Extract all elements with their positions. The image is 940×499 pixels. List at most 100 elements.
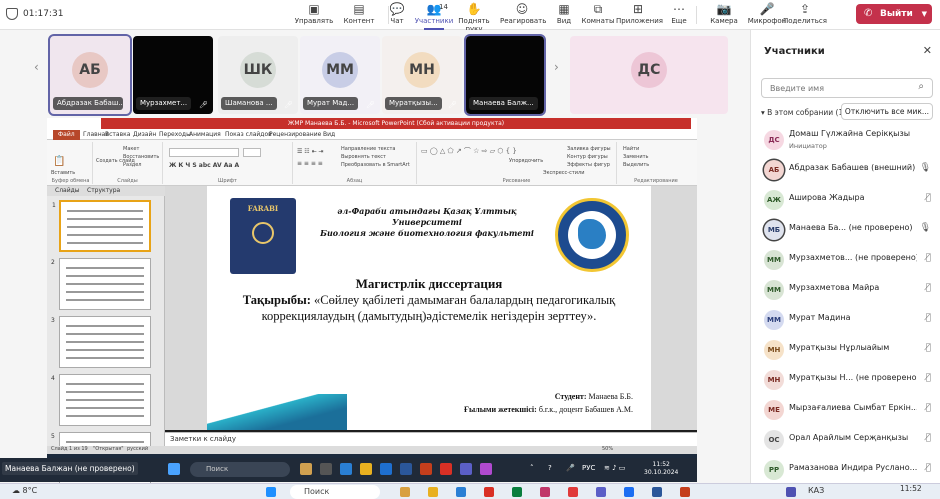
toolbar-button-raise-hand[interactable]: ✋ Поднять руку [452, 2, 496, 33]
mic-off-icon[interactable]: 🎙̸ [926, 283, 931, 293]
tab-outline[interactable]: Структура [87, 187, 120, 194]
app-icon[interactable] [568, 487, 578, 497]
current-slide[interactable]: FARABI әл-Фараби атындағы Қазақ Ұлттық У… [207, 186, 651, 430]
mic-icon[interactable]: 🎙 [920, 163, 931, 173]
teams-icon[interactable] [596, 487, 606, 497]
participant-row[interactable]: РР Рамазанова Индира Руслано... 🎙̸ [751, 455, 940, 485]
mic-off-icon[interactable]: 🎙̸ [926, 313, 931, 323]
shape-fill-button[interactable]: Заливка фигуры [567, 146, 611, 152]
slide-thumbnail[interactable]: 2 [51, 258, 151, 310]
ppt-menu-4[interactable]: Переходы [159, 131, 191, 138]
weather-widget[interactable]: ☁ 8°C [12, 486, 37, 495]
participant-row[interactable]: ММ Мурзахметова Майра 🎙̸ [751, 275, 940, 305]
leave-button[interactable]: ✆ Выйти ▼ [856, 4, 932, 24]
slide-notes[interactable]: Заметки к слайду [165, 432, 697, 446]
toolbar-button-more[interactable]: ⋯ Еще [657, 2, 701, 30]
slide-thumbnail[interactable]: 1 [52, 200, 151, 252]
mic-off-icon[interactable]: 🎙̸ [926, 253, 931, 263]
ppt-menu-3[interactable]: Дизайн [133, 131, 156, 138]
paste-button[interactable]: Вставить [51, 170, 75, 176]
shapes-gallery[interactable]: ▭ ◯ △ ⬠ ↗ ⌒ ☆ ⇨ ▱ ⬡ { } [421, 146, 517, 156]
participant-row[interactable]: АЖ Аширова Жадыра 🎙̸ [751, 185, 940, 215]
ppt-menu-8[interactable]: Вид [323, 131, 335, 138]
participant-row[interactable]: МН Муратқызы Нұрлыайым 🎙̸ [751, 335, 940, 365]
toolbar-button-people[interactable]: 👥 14 Участники [412, 2, 456, 30]
mic-off-icon[interactable]: 🎙̸ [926, 343, 931, 353]
layout-button[interactable]: Макет [123, 146, 139, 152]
mic-off-icon[interactable]: 🎙̸ [926, 433, 931, 443]
align-buttons[interactable]: ≡ ≡ ≡ ≡ [297, 160, 323, 167]
tab-slides[interactable]: Слайды [55, 187, 80, 194]
ppt-menu-7[interactable]: Рецензирование [269, 131, 321, 138]
mic-off-icon[interactable]: 🎙̸ [926, 373, 931, 383]
participant-search[interactable]: ⌕ [761, 78, 933, 98]
replace-button[interactable]: Заменить [623, 154, 649, 160]
participant-row[interactable]: ММ Мурат Мадина 🎙̸ [751, 305, 940, 335]
shape-outline-button[interactable]: Контур фигуры [567, 154, 608, 160]
video-tile[interactable]: ДС [570, 36, 728, 114]
smartart-button[interactable]: Преобразовать в SmartArt [341, 162, 410, 168]
slide-thumbnail[interactable]: 3 [51, 316, 151, 368]
ppt-menu-0[interactable]: Файл [53, 130, 80, 140]
windows-search-box[interactable]: Поиск [290, 485, 380, 499]
participant-row[interactable]: ДС Домаш Гүлжайна Серікқызы Инициатор [751, 125, 940, 155]
font-format-buttons[interactable]: Ж К Ч S abc AV Aa A [169, 162, 239, 169]
folder-icon[interactable] [428, 487, 438, 497]
ppt-menu-2[interactable]: Вставка [105, 131, 130, 138]
shape-effects-button[interactable]: Эффекты фигур [567, 162, 610, 168]
video-tile[interactable]: АБ Абдразак Бабаш... [48, 34, 132, 116]
toolbar-button-share[interactable]: ⇪ Поделиться [783, 2, 827, 30]
participant-row[interactable]: АБ Абдразак Бабашев (внешний) 🎙 [751, 155, 940, 185]
app-icon[interactable] [400, 487, 410, 497]
instagram-icon[interactable] [540, 487, 550, 497]
mic-off-icon[interactable]: 🎙̸ [926, 193, 931, 203]
participant-search-input[interactable] [770, 82, 900, 95]
ppt-menu-5[interactable]: Анимация [189, 131, 221, 138]
toolbar-button-camera-off[interactable]: 📷 Камера [702, 2, 746, 30]
paste-icon[interactable]: 📋 [53, 156, 65, 167]
chrome-icon[interactable] [484, 487, 494, 497]
chevron-right-icon[interactable]: › [554, 60, 559, 74]
mic-icon[interactable]: 🎙 [920, 223, 931, 233]
edge-icon[interactable] [456, 487, 466, 497]
select-button[interactable]: Выделить [623, 162, 649, 168]
whatsapp-icon[interactable] [512, 487, 522, 497]
word-icon[interactable] [652, 487, 662, 497]
section-button[interactable]: Раздел [123, 162, 141, 168]
list-buttons[interactable]: ☰ ☷ ⇤ ⇥ [297, 148, 324, 155]
toolbar-button-apps[interactable]: ⊞ Приложения [616, 2, 663, 30]
chevron-down-icon[interactable]: ▼ [922, 4, 927, 24]
windows-lang[interactable]: КАЗ [808, 486, 824, 495]
mute-all-button[interactable]: Отключить все мик... [841, 103, 933, 120]
video-tile[interactable]: Манаева Балж... [464, 34, 546, 116]
toolbar-button-rooms[interactable]: ⧉ Комнаты [576, 2, 620, 30]
windows-start-icon[interactable] [266, 487, 276, 497]
toolbar-button-react[interactable]: ☺ Реагировать [500, 2, 546, 30]
app-icon[interactable] [624, 487, 634, 497]
text-direction-button[interactable]: Направление текста [341, 146, 395, 152]
participant-row[interactable]: МБ Манаева Ба... (не проверено) 🎙 [751, 215, 940, 245]
reset-button[interactable]: Восстановить [123, 154, 159, 160]
align-text-button[interactable]: Выровнять текст [341, 154, 386, 160]
windows-clock[interactable]: 11:52 [900, 484, 922, 493]
video-tile[interactable]: Мурзахмет... 🎤︎ [133, 36, 213, 114]
zoom-level[interactable]: 50% [602, 446, 613, 452]
toolbar-button-share-tray[interactable]: ▣ Управлять [292, 2, 336, 30]
mic-tray-icon[interactable] [786, 487, 796, 497]
close-icon[interactable]: ✕ [923, 44, 932, 57]
chevron-left-icon[interactable]: ‹ [34, 60, 39, 74]
video-tile[interactable]: МН Муратқызы... 🎤︎ [382, 36, 462, 114]
participant-row[interactable]: МЕ Мырзағалиева Сымбат Еркін... 🎙̸ [751, 395, 940, 425]
font-size-select[interactable] [243, 148, 261, 157]
in-meeting-header[interactable]: ▾ В этом собрании (14) [761, 108, 851, 117]
participant-row[interactable]: МН Муратқызы Н... (не проверено) 🎙̸ [751, 365, 940, 395]
slide-thumbnail[interactable]: 4 [51, 374, 151, 426]
find-button[interactable]: Найти [623, 146, 639, 152]
participant-row[interactable]: ОС Орал Арайлым Серҗанқызы 🎙̸ [751, 425, 940, 455]
participant-row[interactable]: ММ Мурзахметов... (не проверено) 🎙̸ [751, 245, 940, 275]
powerpoint-icon[interactable] [680, 487, 690, 497]
mic-off-icon[interactable]: 🎙̸ [926, 403, 931, 413]
font-name-select[interactable] [169, 148, 239, 157]
quick-styles-button[interactable]: Экспресс-стили [543, 170, 584, 176]
video-tile[interactable]: ММ Мурат Мад... 🎤︎ [300, 36, 380, 114]
